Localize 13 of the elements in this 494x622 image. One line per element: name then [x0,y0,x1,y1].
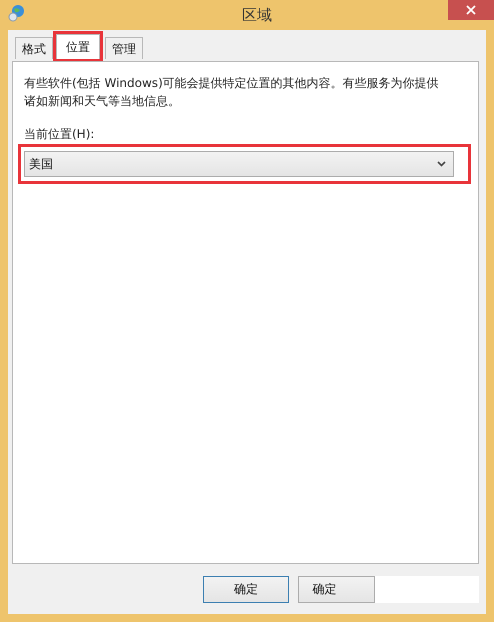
globe-icon [8,4,26,22]
tab[interactable]: 格式 [15,37,53,59]
location-dropdown[interactable]: 美国 [24,151,454,177]
close-icon [466,5,476,15]
tab[interactable]: 管理 [105,37,143,59]
tab[interactable]: 位置 [56,34,100,59]
ok-button[interactable]: 确定 [298,576,376,602]
window-title: 区域 [242,6,272,24]
close-button[interactable] [448,0,494,20]
description-text: 有些软件(包括 Windows)可能会提供特定位置的其他内容。有些服务为你提供 诸如新闻和天气等当地信息。 [24,75,440,110]
chevron-down-icon [437,161,446,167]
ok-button[interactable]: 确定 [203,576,289,602]
location-label: 当前位置(H): [24,126,96,143]
